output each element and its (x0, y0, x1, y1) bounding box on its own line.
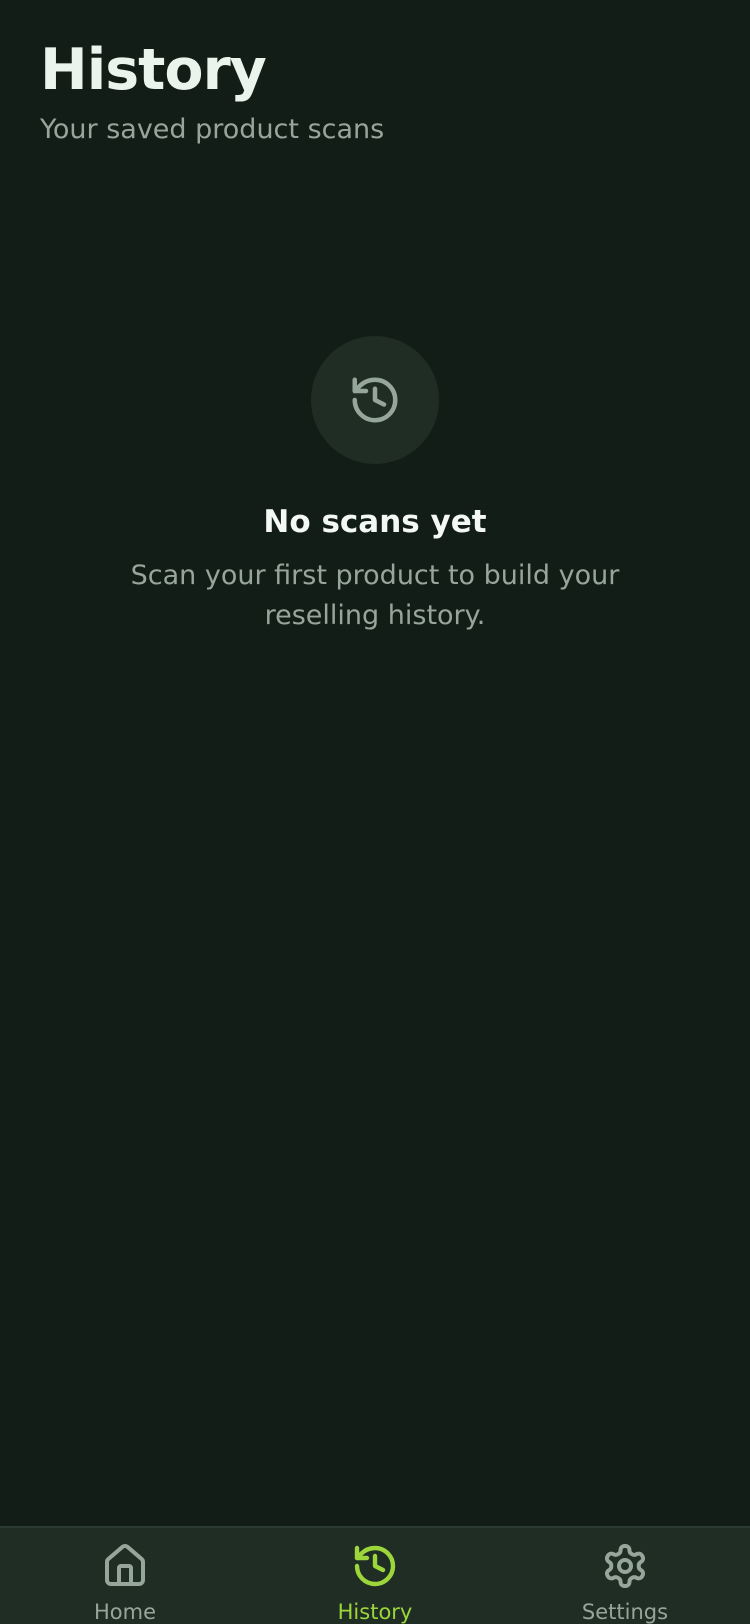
tab-settings-label: Settings (581, 1600, 669, 1624)
empty-state-icon-circle (311, 336, 439, 464)
history-icon (352, 377, 398, 423)
tab-home[interactable]: Home (0, 1542, 250, 1624)
history-screen: History Your saved product scans No scan… (0, 0, 750, 1624)
empty-state: No scans yet Scan your first product to … (0, 336, 750, 636)
bottom-tab-bar: Home History Settings (0, 1526, 750, 1624)
history-icon (354, 1545, 396, 1587)
home-icon (105, 1544, 145, 1586)
page-subtitle: Your saved product scans (40, 114, 385, 145)
empty-state-title: No scans yet (263, 504, 487, 540)
gear-icon (605, 1544, 645, 1588)
page-header: History Your saved product scans (40, 30, 710, 150)
tab-settings[interactable]: Settings (500, 1542, 750, 1624)
empty-state-description: Scan your first product to build your re… (130, 560, 620, 631)
page-title: History (40, 37, 267, 103)
tab-history[interactable]: History (250, 1542, 500, 1624)
tab-home-label: Home (93, 1600, 156, 1624)
tab-history-label: History (337, 1600, 413, 1624)
